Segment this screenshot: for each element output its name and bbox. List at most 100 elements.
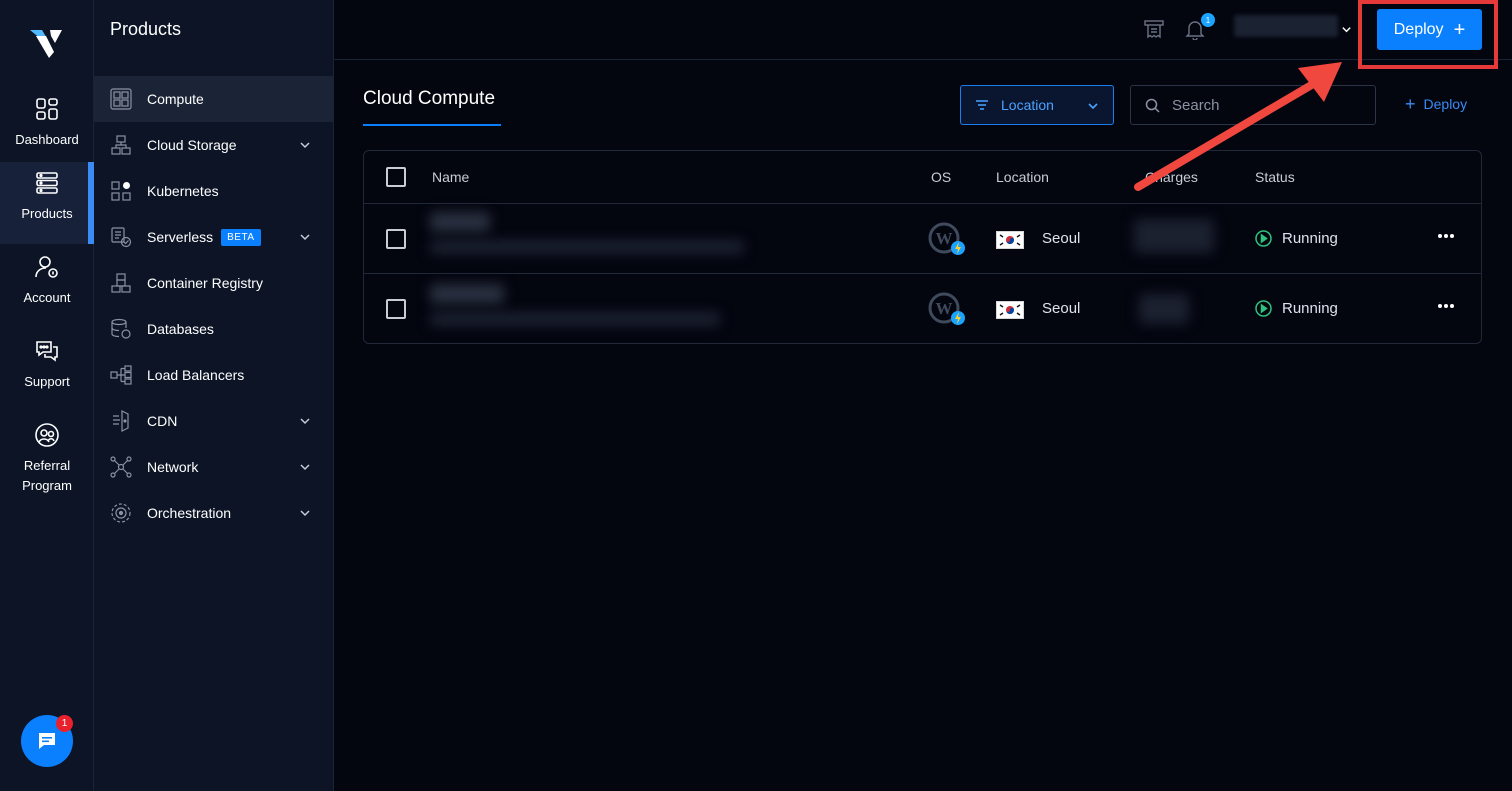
filter-icon [976,100,988,110]
charges-value [1139,294,1189,324]
plus-icon: + [1405,94,1416,114]
products-icon [36,172,58,194]
more-options-icon[interactable] [1436,231,1456,241]
sidebar-item-label: CDN [147,413,178,429]
chevron-down-icon[interactable] [299,507,311,519]
sidebar-item-cloud-storage[interactable]: Cloud Storage [94,122,333,168]
beta-badge: BETA [221,228,261,246]
sidebar-item-label: Network [147,459,199,475]
column-header-os[interactable]: OS [931,169,951,185]
referral-icon [35,423,59,447]
sidebar-item-load-balancers[interactable]: Load Balancers [94,352,333,398]
sidebar-item-label: Cloud Storage [147,137,237,153]
kubernetes-icon [111,181,131,201]
sidebar-item-label: Orchestration [147,505,232,521]
container-registry-icon [111,273,131,293]
databases-icon [111,318,131,339]
location-text: Seoul [1042,230,1081,247]
rail-item-label: Account [23,290,71,305]
wordpress-icon: W [928,292,965,325]
rail-item-support[interactable]: Support [0,330,94,412]
svg-text:W: W [936,299,953,318]
compute-icon [110,88,132,110]
column-header-location[interactable]: Location [996,169,1049,185]
deploy-link-label: Deploy [1423,96,1468,112]
user-menu[interactable] [1234,15,1338,37]
table-header: Name OS Location Charges Status [364,151,1481,204]
charges-value [1134,219,1214,253]
rail-item-label: Referral Program [22,458,72,493]
support-icon [36,341,58,362]
cdn-icon [113,410,129,432]
orchestration-icon [111,503,131,523]
wordpress-icon: W [928,222,965,255]
deploy-link[interactable]: + Deploy [1405,95,1467,113]
search-input[interactable] [1172,96,1362,114]
more-options-icon[interactable] [1436,301,1456,311]
svg-text:W: W [936,229,953,248]
sidebar-item-label: Serverless [147,229,214,245]
vultr-logo-icon[interactable] [28,26,68,60]
instance-details [430,240,744,254]
rail-item-account[interactable]: Account [0,246,94,328]
location-filter[interactable]: Location [960,85,1114,125]
status-text: Running [1282,300,1338,317]
status-text: Running [1282,230,1338,247]
instance-name[interactable] [430,284,504,304]
sidebar-item-label: Kubernetes [147,183,219,199]
sidebar-item-cdn[interactable]: CDN [94,398,333,444]
account-icon [35,256,58,278]
sidebar-item-compute[interactable]: Compute [94,76,333,122]
column-header-status[interactable]: Status [1255,169,1295,185]
chat-badge: 1 [56,715,73,732]
select-all-checkbox[interactable] [386,167,406,187]
chat-icon [39,733,55,749]
plus-icon: + [1453,18,1466,41]
dashboard-icon [36,98,58,120]
title-underline [363,124,501,126]
chevron-down-icon[interactable] [299,231,311,243]
running-status-icon [1255,230,1272,247]
sidebar-item-databases[interactable]: Databases [94,306,333,352]
chevron-down-icon[interactable] [299,461,311,473]
table-row[interactable]: W Seoul Running [364,274,1481,344]
table-row[interactable]: W Seoul Running [364,204,1481,274]
sidebar-item-orchestration[interactable]: Orchestration [94,490,333,536]
rail-item-referral[interactable]: Referral Program [0,414,94,506]
rail-item-label: Products [21,206,73,221]
instance-name[interactable] [430,212,490,232]
sidebar-item-kubernetes[interactable]: Kubernetes [94,168,333,214]
deploy-button[interactable]: Deploy + [1377,9,1482,50]
row-checkbox[interactable] [386,229,406,249]
page-title: Cloud Compute [363,88,496,109]
sidebar-item-label: Container Registry [147,275,263,291]
billing-icon[interactable] [1143,18,1165,40]
south-korea-flag-icon [996,231,1024,249]
status-cell: Running [1255,300,1338,317]
cloud-storage-icon [111,135,131,155]
sidebar-item-label: Load Balancers [147,367,245,383]
sidebar-item-label: Databases [147,321,214,337]
sidebar-title: Products [110,19,182,39]
chevron-down-icon[interactable] [1341,24,1352,35]
status-cell: Running [1255,230,1338,247]
south-korea-flag-icon [996,301,1024,319]
sidebar-item-network[interactable]: Network [94,444,333,490]
network-icon [110,456,132,478]
sidebar-item-serverless[interactable]: Serverless BETA [94,214,333,260]
left-rail: Dashboard Products Account Support Refer… [0,0,94,791]
search-icon [1145,98,1160,113]
location-text: Seoul [1042,300,1081,317]
rail-item-products[interactable]: Products [0,162,94,244]
row-checkbox[interactable] [386,299,406,319]
rail-item-dashboard[interactable]: Dashboard [0,88,94,170]
chevron-down-icon[interactable] [299,139,311,151]
sidebar-item-container-registry[interactable]: Container Registry [94,260,333,306]
column-header-name[interactable]: Name [432,169,469,185]
deploy-button-label: Deploy [1393,20,1444,38]
search-box [1130,85,1376,125]
column-header-charges[interactable]: Charges [1145,169,1198,185]
notification-badge: 1 [1201,13,1215,27]
load-balancers-icon [110,365,132,385]
chevron-down-icon[interactable] [299,415,311,427]
